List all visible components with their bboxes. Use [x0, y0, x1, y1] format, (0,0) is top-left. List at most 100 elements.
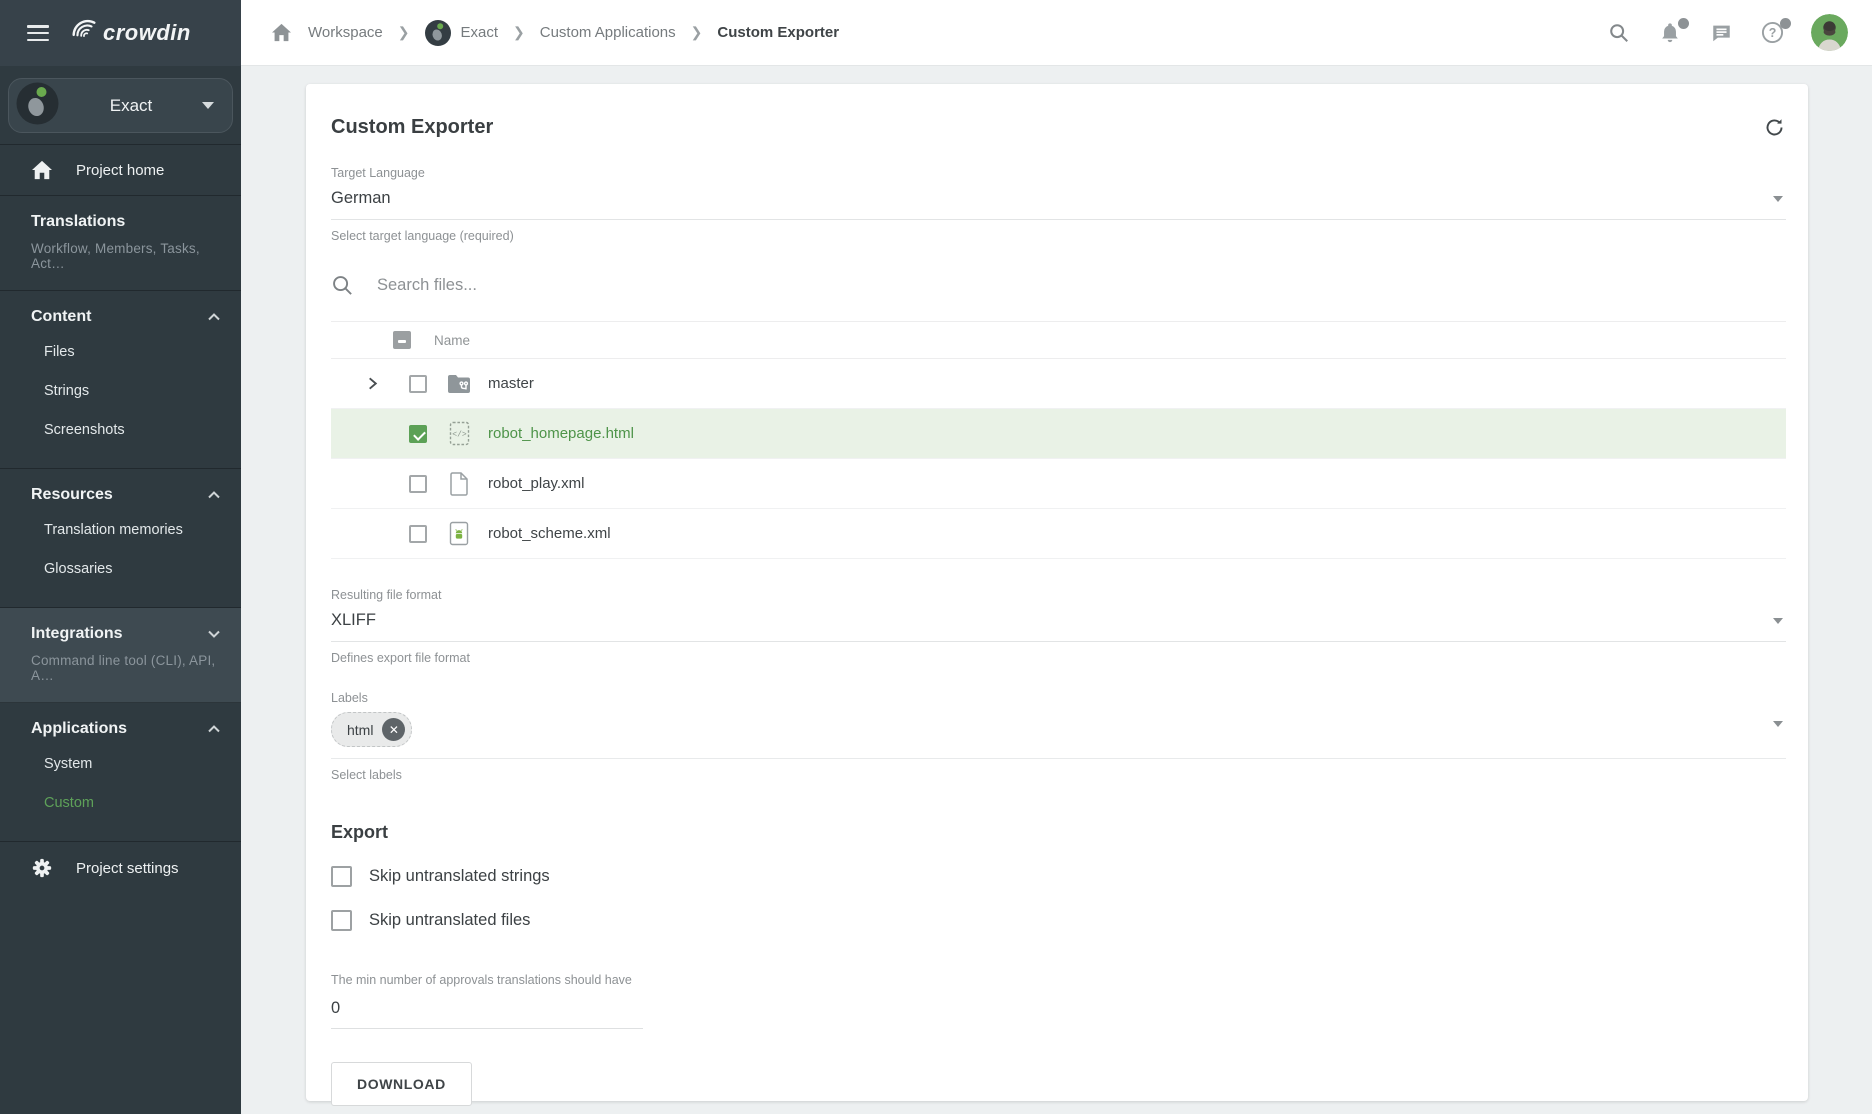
- project-name: Exact: [60, 96, 202, 116]
- skip-untranslated-strings-option: Skip untranslated strings: [331, 866, 1786, 887]
- chevron-right-icon: ❯: [513, 24, 525, 41]
- approvals-field: The min number of approvals translations…: [331, 973, 1786, 1029]
- sidebar-section-integrations[interactable]: Integrations Command line tool (CLI), AP…: [0, 608, 241, 703]
- option-label[interactable]: Skip untranslated strings: [369, 867, 550, 886]
- sidebar-section-translations[interactable]: Translations Workflow, Members, Tasks, A…: [0, 196, 241, 291]
- chevron-right-icon: ❯: [691, 24, 703, 41]
- search-icon[interactable]: [1607, 21, 1631, 45]
- labels-select[interactable]: html ✕: [331, 705, 1786, 759]
- chevron-down-icon: [208, 630, 220, 638]
- chevron-down-icon: [202, 102, 214, 109]
- sidebar-item-screenshots[interactable]: Screenshots: [31, 410, 220, 449]
- project-avatar: [425, 20, 451, 46]
- breadcrumb-current: Custom Exporter: [717, 24, 839, 41]
- name-column-header: Name: [434, 333, 470, 348]
- target-language-field: Target Language German Select target lan…: [331, 166, 1786, 243]
- file-name[interactable]: robot_scheme.xml: [488, 525, 611, 542]
- top-bar-main: Workspace ❯ Exact ❯ Custom Applications …: [241, 0, 1872, 66]
- approvals-input[interactable]: [331, 993, 643, 1029]
- translations-heading[interactable]: Translations: [31, 213, 220, 231]
- target-language-value: German: [331, 189, 391, 207]
- sidebar-item-strings[interactable]: Strings: [31, 371, 220, 410]
- skip-untranslated-files-checkbox[interactable]: [331, 910, 352, 931]
- bell-icon[interactable]: [1658, 21, 1682, 45]
- sidebar-section-content: Content Files Strings Screenshots: [0, 291, 241, 469]
- table-row-robot-homepage[interactable]: </> robot_homepage.html: [331, 409, 1786, 459]
- download-button[interactable]: DOWNLOAD: [331, 1062, 472, 1106]
- table-row-master[interactable]: master: [331, 359, 1786, 409]
- target-language-label: Target Language: [331, 166, 1786, 180]
- resources-heading[interactable]: Resources: [31, 486, 220, 504]
- home-icon: [31, 160, 53, 180]
- content-heading[interactable]: Content: [31, 308, 220, 326]
- file-format-helper: Defines export file format: [331, 651, 1786, 665]
- crowdin-logo[interactable]: crowdin: [69, 18, 191, 48]
- sidebar-item-project-settings[interactable]: Project settings: [0, 842, 241, 894]
- section-title: Content: [31, 308, 91, 326]
- sidebar-item-label: Project settings: [76, 860, 179, 877]
- search-files-input[interactable]: [377, 276, 1786, 295]
- row-checkbox[interactable]: [409, 525, 427, 543]
- sidebar-item-translation-memories[interactable]: Translation memories: [31, 510, 220, 549]
- crowdin-logo-text: crowdin: [103, 20, 191, 46]
- remove-label-icon[interactable]: ✕: [382, 718, 405, 741]
- file-name[interactable]: robot_homepage.html: [488, 425, 634, 442]
- breadcrumb-project-label: Exact: [461, 24, 499, 41]
- gear-icon: [31, 857, 53, 879]
- label-chip-html[interactable]: html ✕: [331, 712, 412, 747]
- file-name[interactable]: master: [488, 375, 534, 392]
- page-title: Custom Exporter: [331, 116, 493, 139]
- file-name[interactable]: robot_play.xml: [488, 475, 584, 492]
- row-checkbox[interactable]: [409, 375, 427, 393]
- chevron-down-icon: [1773, 618, 1783, 624]
- chevron-up-icon: [208, 491, 220, 499]
- chevron-up-icon: [208, 313, 220, 321]
- refresh-icon[interactable]: [1762, 115, 1786, 139]
- sidebar-section-applications: Applications System Custom: [0, 703, 241, 842]
- help-icon[interactable]: ?: [1760, 21, 1784, 45]
- chevron-down-icon: [1773, 721, 1783, 727]
- chevron-up-icon: [208, 725, 220, 733]
- file-format-select[interactable]: XLIFF: [331, 602, 1786, 642]
- menu-icon[interactable]: [27, 25, 49, 41]
- breadcrumb-project[interactable]: Exact: [425, 20, 499, 46]
- plain-file-icon: [447, 472, 471, 496]
- crowdin-logo-mark: [69, 18, 99, 48]
- sidebar-item-project-home[interactable]: Project home: [0, 145, 241, 195]
- main-area: Custom Exporter Target Language German S…: [241, 66, 1872, 1114]
- applications-heading[interactable]: Applications: [31, 720, 220, 738]
- row-checkbox[interactable]: [409, 425, 427, 443]
- sidebar-item-files[interactable]: Files: [31, 332, 220, 371]
- section-title: Resources: [31, 486, 113, 504]
- select-all-checkbox[interactable]: [393, 331, 411, 349]
- target-language-select[interactable]: German: [331, 180, 1786, 220]
- table-row-robot-scheme[interactable]: robot_scheme.xml: [331, 509, 1786, 559]
- project-home-block: Project home: [0, 145, 241, 196]
- project-settings-block: Project settings: [0, 842, 241, 894]
- expand-chevron-icon[interactable]: [365, 376, 380, 391]
- target-language-helper: Select target language (required): [331, 229, 1786, 243]
- integrations-heading[interactable]: Integrations: [31, 625, 220, 643]
- sidebar-section-resources: Resources Translation memories Glossarie…: [0, 469, 241, 608]
- row-checkbox[interactable]: [409, 475, 427, 493]
- svg-text:</>: </>: [452, 431, 467, 440]
- user-avatar[interactable]: [1811, 14, 1848, 51]
- option-label[interactable]: Skip untranslated files: [369, 911, 530, 930]
- table-row-robot-play[interactable]: robot_play.xml: [331, 459, 1786, 509]
- sidebar-item-system[interactable]: System: [31, 744, 220, 783]
- home-icon[interactable]: [269, 21, 293, 45]
- skip-untranslated-strings-checkbox[interactable]: [331, 866, 352, 887]
- section-title: Integrations: [31, 625, 123, 643]
- chevron-down-icon: [1773, 196, 1783, 202]
- breadcrumb-workspace[interactable]: Workspace: [308, 24, 383, 41]
- sidebar-item-custom[interactable]: Custom: [31, 783, 220, 822]
- notification-badge: [1678, 18, 1689, 29]
- breadcrumb-custom-applications[interactable]: Custom Applications: [540, 24, 676, 41]
- skip-untranslated-files-option: Skip untranslated files: [331, 910, 1786, 931]
- sidebar-item-glossaries[interactable]: Glossaries: [31, 549, 220, 588]
- custom-exporter-card: Custom Exporter Target Language German S…: [306, 84, 1808, 1101]
- integrations-subtitle: Command line tool (CLI), API, A…: [31, 653, 220, 683]
- project-switcher[interactable]: Exact: [8, 78, 233, 133]
- labels-label: Labels: [331, 691, 1786, 705]
- chat-icon[interactable]: [1709, 21, 1733, 45]
